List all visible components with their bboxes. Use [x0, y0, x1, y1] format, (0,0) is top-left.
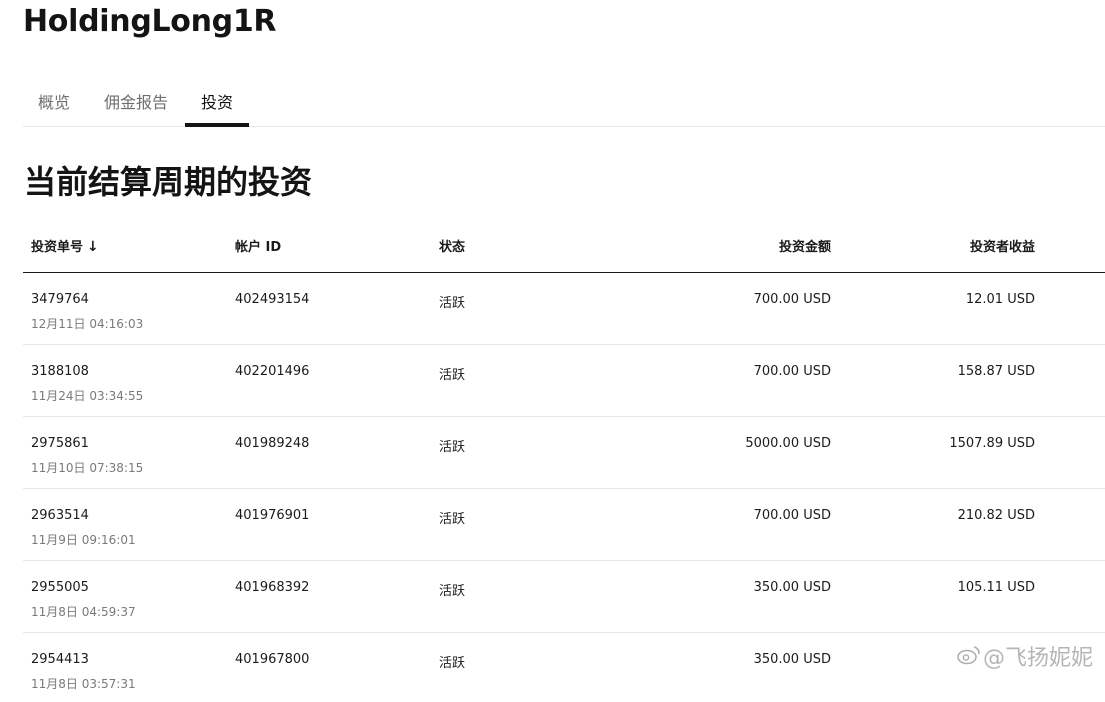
investment-date: 11月24日 03:34:55: [31, 389, 144, 403]
account-id: 401967800: [235, 652, 310, 667]
table-header: 投资单号 ↓ 帐户 ID 状态 投资金额 投资者收益: [23, 216, 1105, 273]
watermark-text: @飞扬妮妮: [982, 646, 1093, 671]
investment-id: 3479764: [31, 292, 89, 307]
account-id: 401976901: [235, 508, 310, 523]
investor-income: 158.87 USD: [957, 364, 1035, 379]
tab-investments[interactable]: 投资: [185, 72, 249, 127]
investor-income: 105.11 USD: [957, 580, 1035, 595]
tab-bar: 概览 佣金报告 投资: [23, 72, 1105, 127]
status-text: 活跃: [439, 368, 466, 383]
investment-id: 2975861: [31, 436, 89, 451]
investor-income: 12.01 USD: [965, 292, 1035, 307]
header-investment-id-label: 投资单号: [31, 240, 84, 255]
sort-arrow-down-icon[interactable]: ↓: [87, 239, 99, 255]
investment-date: 12月11日 04:16:03: [31, 317, 144, 331]
header-amount: 投资金额: [778, 240, 831, 255]
investments-table: 投资单号 ↓ 帐户 ID 状态 投资金额 投资者收益 3479764 12月11日…: [23, 216, 1105, 702]
investment-id: 2954413: [31, 652, 89, 667]
table-row[interactable]: 2963514 11月9日 09:16:01 401976901 活跃 700.…: [23, 489, 1105, 561]
header-income: 投资者收益: [969, 240, 1035, 255]
investor-income: 210.82 USD: [957, 508, 1035, 523]
investment-amount: 5000.00 USD: [745, 436, 831, 451]
account-id: 401968392: [235, 580, 310, 595]
table-row[interactable]: 2955005 11月8日 04:59:37 401968392 活跃 350.…: [23, 561, 1105, 633]
account-id: 401989248: [235, 436, 310, 451]
header-account-id: 帐户 ID: [235, 240, 282, 255]
header-status: 状态: [439, 240, 466, 255]
account-id: 402493154: [235, 292, 310, 307]
tab-commission-report[interactable]: 佣金报告: [93, 72, 179, 127]
weibo-icon: [957, 645, 981, 671]
table-row[interactable]: 3479764 12月11日 04:16:03 402493154 活跃 700…: [23, 273, 1105, 345]
section-title: 当前结算周期的投资: [24, 163, 313, 201]
table-row[interactable]: 3188108 11月24日 03:34:55 402201496 活跃 700…: [23, 345, 1105, 417]
page-title: HoldingLong1R: [23, 4, 277, 39]
status-text: 活跃: [439, 440, 466, 455]
investment-date: 11月9日 09:16:01: [31, 533, 136, 547]
investment-amount: 700.00 USD: [753, 292, 831, 307]
investment-id: 3188108: [31, 364, 89, 379]
investment-id: 2963514: [31, 508, 89, 523]
status-text: 活跃: [439, 656, 466, 671]
header-investment-id[interactable]: 投资单号 ↓: [31, 236, 99, 255]
status-text: 活跃: [439, 296, 466, 311]
watermark: @飞扬妮妮: [957, 640, 1093, 672]
tab-overview[interactable]: 概览: [23, 72, 85, 127]
table-row[interactable]: 2954413 11月8日 03:57:31 401967800 活跃 350.…: [23, 633, 1105, 702]
status-text: 活跃: [439, 512, 466, 527]
investor-income: 1507.89 USD: [949, 436, 1035, 451]
account-id: 402201496: [235, 364, 310, 379]
investment-date: 11月8日 04:59:37: [31, 605, 136, 619]
investment-amount: 700.00 USD: [753, 508, 831, 523]
table-row[interactable]: 2975861 11月10日 07:38:15 401989248 活跃 500…: [23, 417, 1105, 489]
investment-id: 2955005: [31, 580, 89, 595]
investment-date: 11月10日 07:38:15: [31, 461, 144, 475]
investment-amount: 700.00 USD: [753, 364, 831, 379]
investment-date: 11月8日 03:57:31: [31, 677, 136, 691]
investment-amount: 350.00 USD: [753, 580, 831, 595]
status-text: 活跃: [439, 584, 466, 599]
investment-amount: 350.00 USD: [753, 652, 831, 667]
